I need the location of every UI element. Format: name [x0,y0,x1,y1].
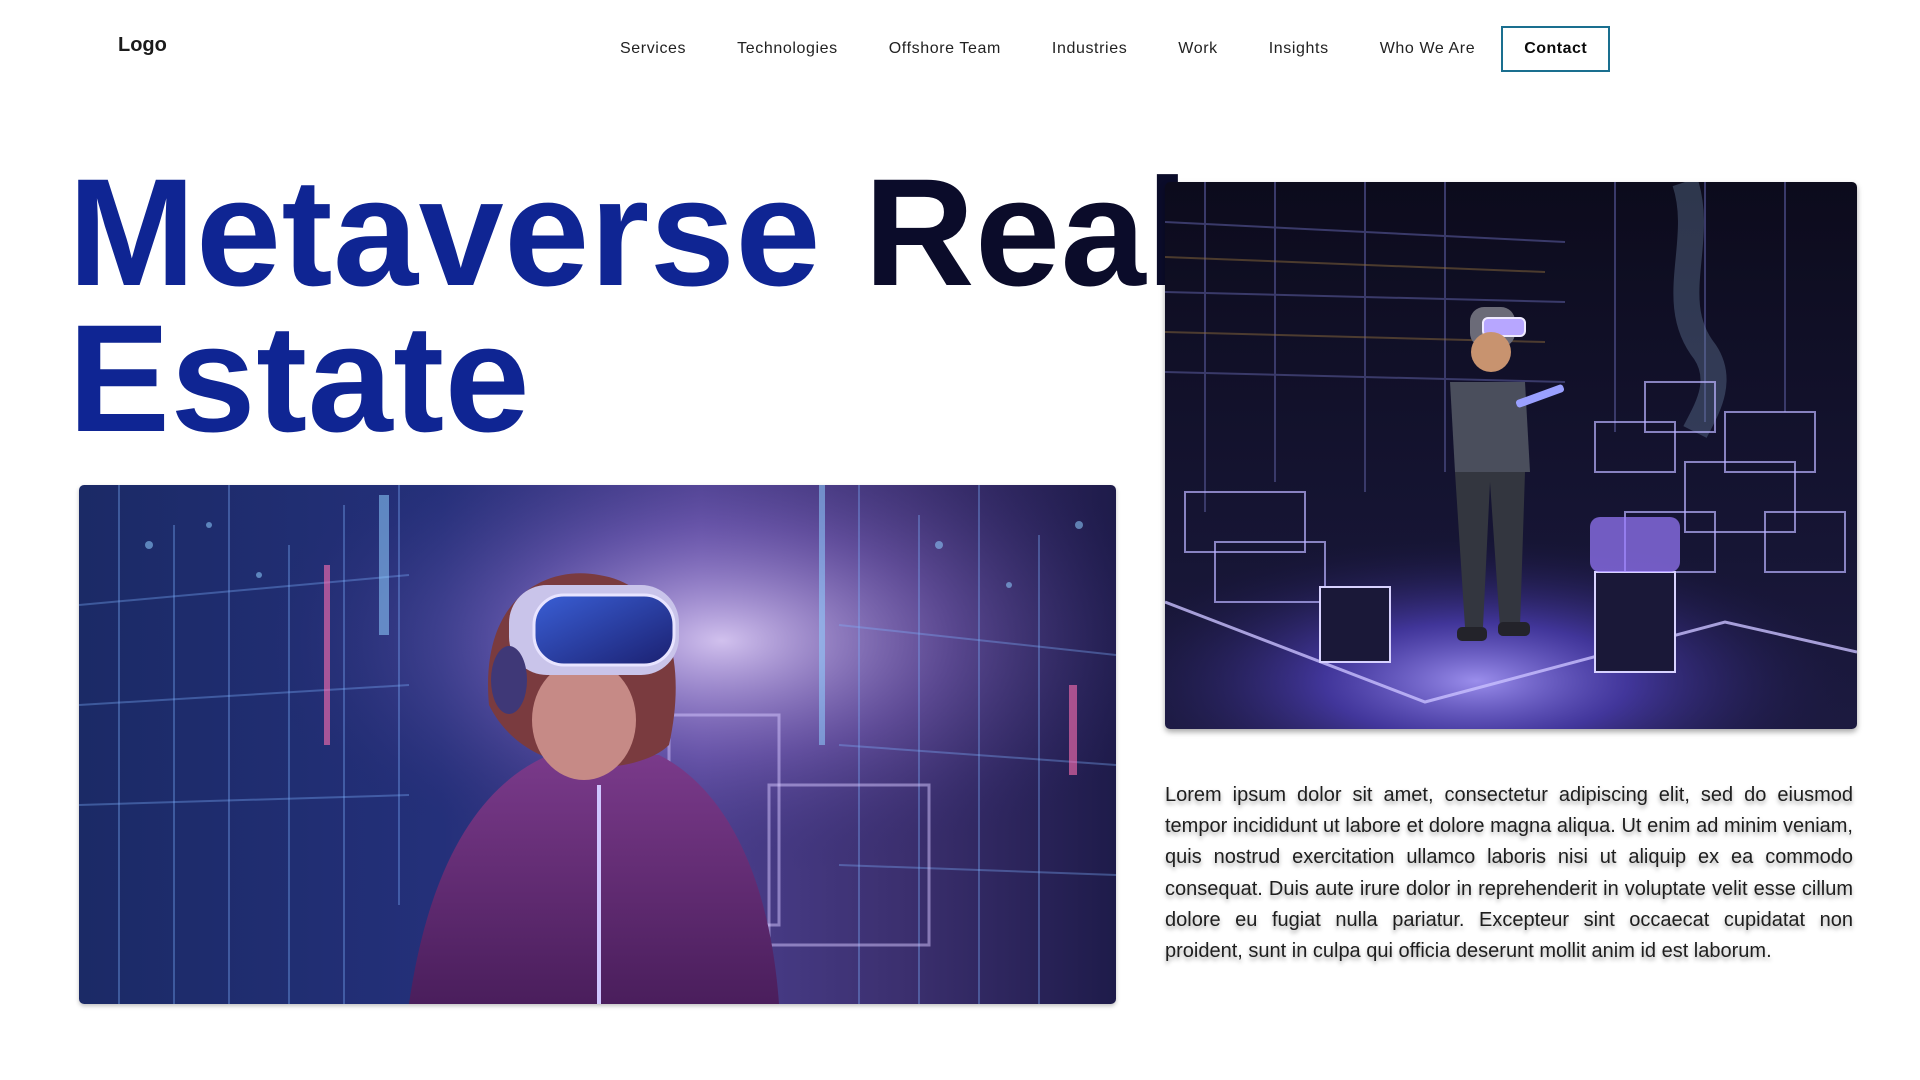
nav-industries[interactable]: Industries [1052,27,1127,71]
nav-offshore-team[interactable]: Offshore Team [889,27,1001,71]
page-title: Metaverse Real Estate [68,156,1189,455]
hero-description: Lorem ipsum dolor sit amet, consectetur … [1165,784,1853,963]
hero-image-vr-woman [79,485,1116,1004]
hero-image-vr-man [1165,182,1857,729]
nav-who-we-are[interactable]: Who We Are [1380,27,1476,71]
nav-insights[interactable]: Insights [1269,27,1329,71]
main-nav: Services Technologies Offshore Team Indu… [620,26,1611,72]
vr-man-illustration [1165,182,1857,729]
title-word-estate: Estate [68,293,531,464]
nav-services[interactable]: Services [620,27,686,71]
title-word-real: Real [864,147,1190,318]
contact-button[interactable]: Contact [1501,26,1611,72]
nav-work[interactable]: Work [1178,27,1217,71]
logo[interactable]: Logo [118,34,167,57]
vr-woman-illustration [79,485,1116,1004]
nav-technologies[interactable]: Technologies [737,27,838,71]
